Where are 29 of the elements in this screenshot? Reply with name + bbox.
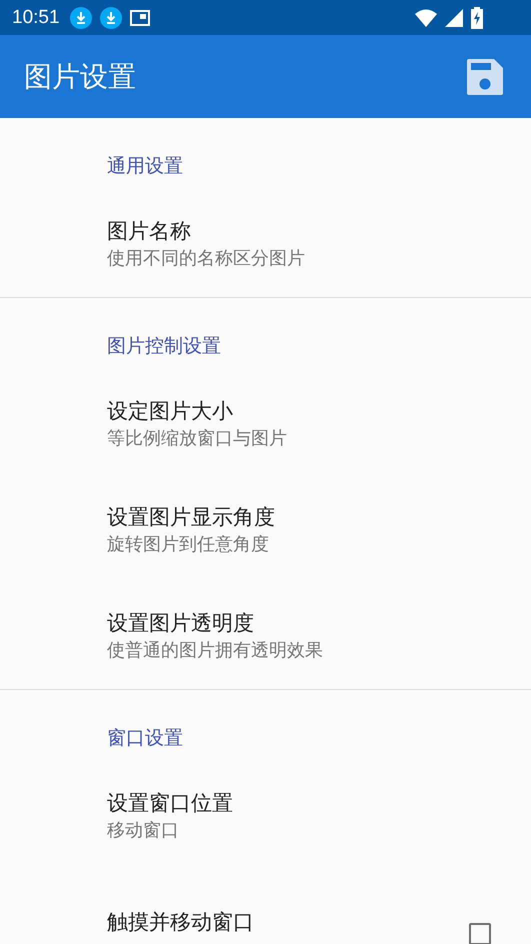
item-summary: 移动窗口: [107, 819, 180, 843]
settings-item[interactable]: 设置窗口位置 移动窗口: [0, 763, 531, 869]
item-summary: 旋转图片到任意角度: [107, 533, 270, 557]
item-summary: 使用不同的名称区分图片: [107, 247, 306, 271]
app-bar-title: 图片设置: [24, 58, 137, 94]
settings-item[interactable]: 触摸并移动窗口: [0, 869, 531, 944]
checkbox[interactable]: [469, 923, 491, 944]
item-summary: 使普通的图片拥有透明效果: [107, 639, 324, 663]
settings-item[interactable]: 图片名称 使用不同的名称区分图片: [0, 191, 531, 297]
section-header: 通用设置: [106, 154, 184, 179]
item-title: 触摸并移动窗口: [107, 909, 255, 936]
item-title: 设置图片显示角度: [107, 504, 276, 531]
item-title: 设置图片透明度: [107, 610, 255, 637]
item-title: 设置窗口位置: [107, 790, 234, 817]
download-icon: [100, 6, 122, 28]
battery-charging-icon: [471, 6, 483, 28]
item-title: 图片名称: [107, 218, 192, 245]
wifi-icon: [415, 8, 437, 26]
download-icon: [70, 6, 92, 28]
section-header: 窗口设置: [106, 726, 184, 751]
settings-item[interactable]: 设置图片显示角度 旋转图片到任意角度: [0, 477, 531, 583]
item-title: 设定图片大小: [107, 398, 234, 425]
clock-time: 10:51: [12, 6, 60, 28]
signal-icon: [445, 8, 463, 26]
item-summary: 等比例缩放窗口与图片: [107, 427, 288, 451]
window-icon: [130, 10, 150, 26]
settings-item[interactable]: 设定图片大小 等比例缩放窗口与图片: [0, 371, 531, 477]
settings-item[interactable]: 设置图片透明度 使普通的图片拥有透明效果: [0, 583, 531, 689]
section-header: 图片控制设置: [106, 334, 222, 359]
